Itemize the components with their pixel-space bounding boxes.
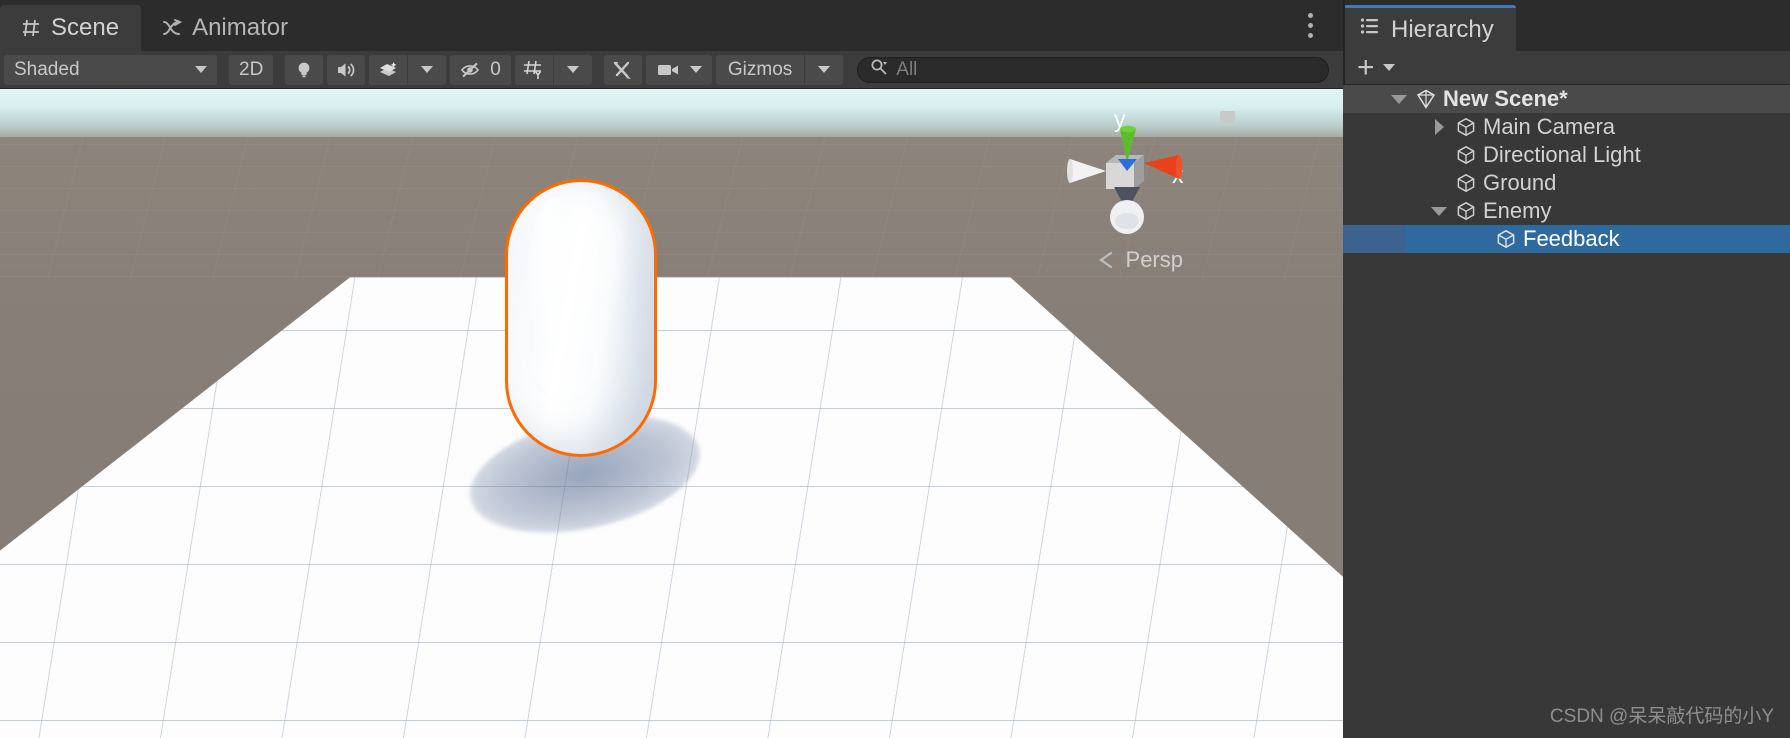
tab-animator-label: Animator — [192, 14, 289, 41]
hierarchy-row-feedback[interactable]: Feedback — [1343, 225, 1790, 253]
add-gameobject-button[interactable]: + — [1357, 50, 1395, 84]
speaker-icon[interactable] — [327, 54, 366, 85]
hierarchy-panel: Hierarchy + New Scene* Main Camera Direc… — [1343, 0, 1790, 738]
grid-icon — [20, 17, 42, 39]
selected-capsule-object[interactable] — [505, 179, 657, 457]
expander-down-icon[interactable] — [1385, 94, 1413, 104]
hierarchy-row-enemy[interactable]: Enemy — [1343, 197, 1790, 225]
chevron-down-icon — [1382, 64, 1395, 71]
projection-label: Persp — [1125, 247, 1183, 272]
search-input[interactable]: All — [857, 56, 1329, 83]
grid-visibility-icon[interactable] — [514, 54, 553, 85]
expander-down-icon[interactable] — [1425, 206, 1453, 216]
tab-hierarchy-label: Hierarchy — [1391, 15, 1494, 43]
hierarchy-row-directional-light[interactable]: Directional Light — [1343, 141, 1790, 169]
search-placeholder: All — [896, 58, 918, 80]
scene-tab-strip: Scene Animator — [0, 0, 1343, 51]
scene-tools-icon[interactable] — [603, 54, 642, 85]
gameobject-icon — [1453, 116, 1479, 138]
selection-gutter — [1343, 225, 1405, 253]
chevron-down-icon — [818, 66, 831, 73]
chevron-down-icon — [195, 66, 207, 73]
plus-icon: + — [1357, 50, 1375, 84]
unity-scene-icon — [1413, 88, 1439, 110]
hierarchy-row-main-camera[interactable]: Main Camera — [1343, 113, 1790, 141]
effects-dropdown[interactable] — [408, 54, 447, 85]
watermark: CSDN @呆呆敲代码的小Y — [1549, 706, 1774, 727]
animator-icon — [161, 17, 183, 39]
grid-button-group — [514, 54, 592, 85]
gameobject-icon — [1453, 200, 1479, 222]
gizmos-label: Gizmos — [727, 58, 793, 80]
hierarchy-tree[interactable]: New Scene* Main Camera Directional Light… — [1343, 85, 1790, 738]
expander-right-icon[interactable] — [1425, 119, 1453, 135]
tab-hierarchy[interactable]: Hierarchy — [1343, 5, 1516, 51]
tab-animator[interactable]: Animator — [141, 5, 310, 51]
search-icon — [870, 58, 888, 82]
hierarchy-row-ground[interactable]: Ground — [1343, 169, 1790, 197]
lightbulb-icon[interactable] — [285, 54, 324, 85]
gameobject-icon — [1453, 172, 1479, 194]
gameobject-icon — [1453, 144, 1479, 166]
draw-mode-label: Shaded — [14, 58, 80, 80]
hierarchy-row-label: Enemy — [1483, 198, 1552, 223]
gameobject-icon — [1493, 228, 1519, 250]
hidden-objects-count: 0 — [490, 58, 501, 80]
gizmos-toggle[interactable]: Gizmos — [715, 54, 805, 85]
effects-icon[interactable] — [369, 54, 408, 85]
scene-toolbar: Shaded 2D 0 Gizmos All — [0, 51, 1343, 89]
scene-view-panel: Scene Animator Shaded 2D 0 Gizmos All y … — [0, 0, 1343, 738]
panel-options-icon[interactable] — [1299, 8, 1321, 42]
tab-scene[interactable]: Scene — [0, 5, 142, 51]
hierarchy-row-label: Ground — [1483, 170, 1557, 195]
gizmos-dropdown[interactable] — [805, 54, 844, 85]
hierarchy-row-label: New Scene* — [1443, 86, 1568, 111]
hierarchy-toolbar: + — [1343, 51, 1790, 85]
scene-viewport[interactable]: y x — [0, 89, 1343, 738]
lock-icon[interactable] — [1220, 111, 1235, 123]
tab-scene-label: Scene — [51, 14, 120, 41]
hierarchy-icon — [1359, 15, 1381, 44]
effects-button-group — [369, 54, 447, 85]
hierarchy-row-label: Main Camera — [1483, 114, 1616, 139]
scene-camera-icon[interactable] — [645, 54, 712, 85]
scene-camera-group — [645, 54, 712, 85]
gizmos-group: Gizmos — [715, 54, 844, 85]
chevron-down-icon — [566, 66, 579, 73]
hidden-objects-toggle[interactable]: 0 — [450, 54, 511, 85]
unity-editor-window: Scene Animator Shaded 2D 0 Gizmos All y … — [0, 0, 1790, 738]
hierarchy-tab-strip: Hierarchy — [1343, 0, 1790, 51]
hierarchy-row-scene[interactable]: New Scene* — [1343, 85, 1790, 113]
projection-mode-toggle[interactable]: Persp — [1096, 247, 1183, 273]
draw-mode-dropdown[interactable]: Shaded — [4, 54, 217, 85]
chevron-down-icon — [689, 66, 702, 73]
grid-dropdown[interactable] — [553, 54, 592, 85]
hierarchy-row-label: Feedback — [1523, 226, 1620, 251]
hierarchy-row-label: Directional Light — [1483, 142, 1641, 167]
toggle-2d-button[interactable]: 2D — [229, 54, 274, 85]
toggle-2d-label: 2D — [239, 58, 264, 80]
scene-orientation-gizmo[interactable]: y x — [1048, 106, 1198, 237]
chevron-left-icon — [1098, 251, 1112, 269]
chevron-down-icon — [421, 66, 434, 73]
